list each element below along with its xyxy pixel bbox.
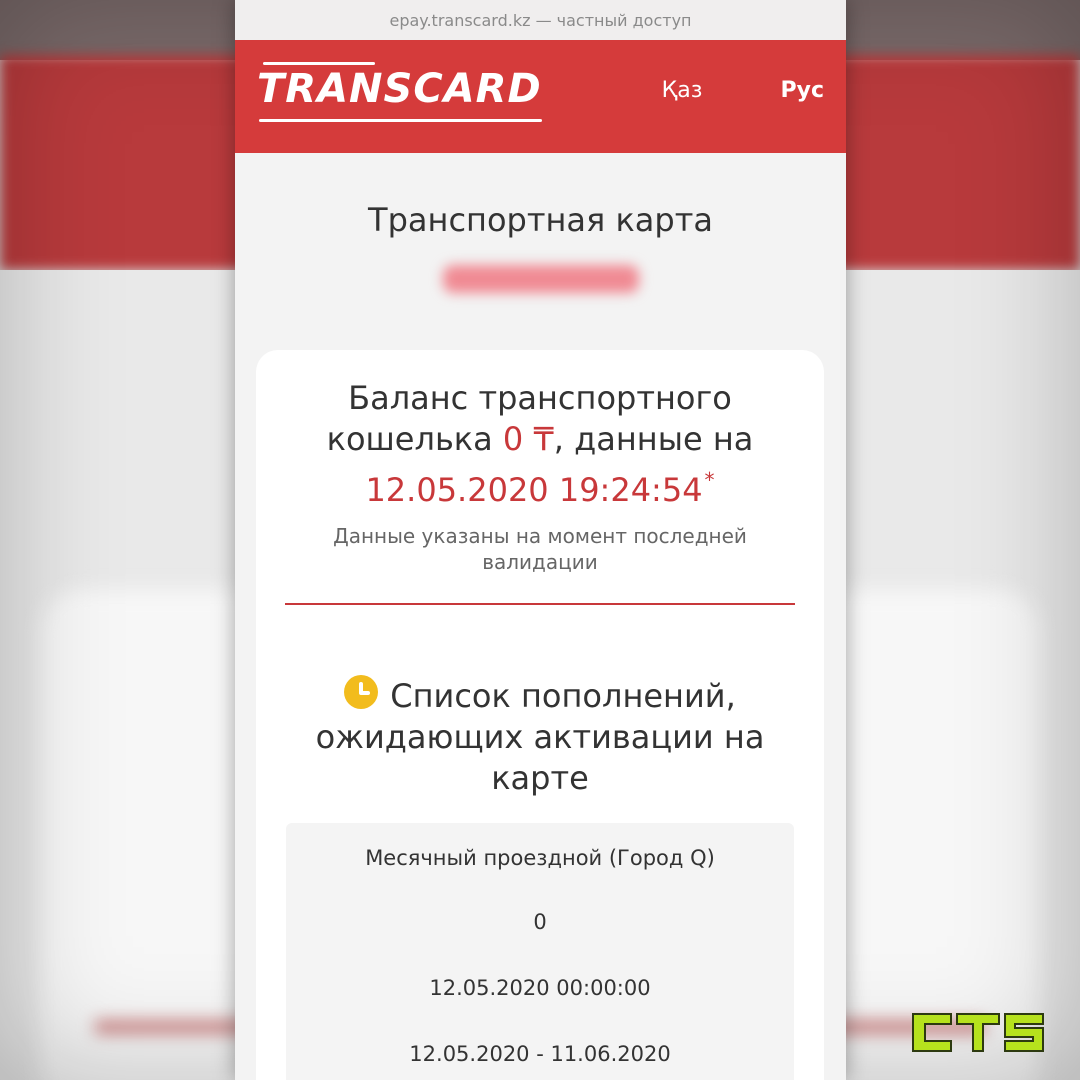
clock-icon <box>344 675 379 709</box>
lang-kaz-link[interactable]: Қаз <box>662 78 703 103</box>
logo-text: TRANSCARD <box>257 65 542 112</box>
asterisk-mark: * <box>704 468 715 492</box>
topup-period: 12.05.2020 - 11.06.2020 <box>409 1042 671 1066</box>
cts-letter-t <box>956 1013 1000 1052</box>
transcard-logo[interactable]: TRANSCARD <box>257 61 542 122</box>
lang-rus-link[interactable]: Рус <box>780 78 824 103</box>
topup-created: 12.05.2020 00:00:00 <box>429 976 651 1000</box>
logo-underline <box>259 118 542 122</box>
topup-amount: 0 <box>533 910 547 934</box>
cts-letter-s <box>1004 1013 1044 1052</box>
address-bar[interactable]: epay.transcard.kz — частный доступ <box>235 0 846 40</box>
language-switcher: Қаз Рус <box>662 78 824 103</box>
phone-screen: epay.transcard.kz — частный доступ TRANS… <box>235 0 846 1080</box>
pending-topups-title: Список пополнений, ожидающих активации н… <box>256 675 824 799</box>
logo-underline-top <box>263 61 375 65</box>
cts-letter-c <box>912 1013 952 1052</box>
site-header: TRANSCARD Қаз Рус <box>235 40 846 153</box>
balance-datetime: 12.05.2020 19:24:54 <box>365 471 703 509</box>
balance-panel: Баланс транспортного кошелька 0 ₸, данны… <box>256 350 824 1080</box>
page-title: Транспортная карта <box>368 201 713 239</box>
balance-text: Баланс транспортного кошелька 0 ₸, данны… <box>256 378 824 511</box>
divider <box>285 603 795 605</box>
validation-note: Данные указаны на момент последней валид… <box>333 524 747 574</box>
balance-middle: , данные на <box>553 420 754 458</box>
list-item: Месячный проездной (Город Q) 0 12.05.202… <box>286 823 794 1080</box>
cts-watermark-logo <box>912 1013 1044 1052</box>
topup-name: Месячный проездной (Город Q) <box>365 846 715 870</box>
card-number-redacted <box>442 265 639 293</box>
balance-amount: 0 ₸ <box>502 420 554 458</box>
pending-title-text: Список пополнений, ожидающих активации н… <box>315 677 765 797</box>
url-text: epay.transcard.kz — частный доступ <box>389 10 692 30</box>
